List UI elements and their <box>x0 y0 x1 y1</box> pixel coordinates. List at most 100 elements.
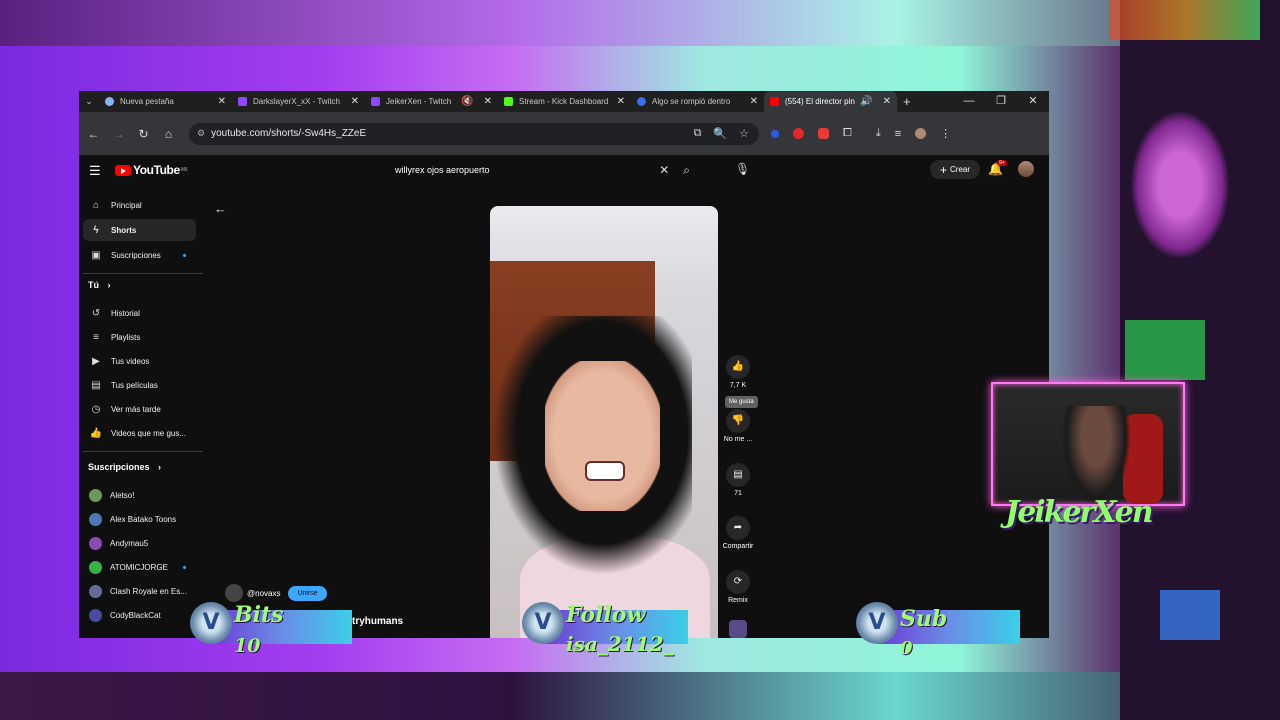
sidebar-item-label: Videos que me gus... <box>111 428 187 438</box>
video-frame-face <box>545 361 660 511</box>
sidebar-channel[interactable]: Aletso! <box>83 484 196 506</box>
muted-icon[interactable]: 🔇 <box>461 96 473 107</box>
video-icon: ▶ <box>92 355 100 367</box>
sidebar-item-shorts[interactable]: ϟ Shorts <box>83 219 196 241</box>
close-icon[interactable]: ✕ <box>484 96 492 107</box>
youtube-logo[interactable]: YouTube MX <box>115 163 188 177</box>
latest-follower: isa_2112_ <box>566 632 674 656</box>
channel-avatar <box>89 584 102 598</box>
clock-icon: ◷ <box>91 403 101 415</box>
hamburger-menu-icon[interactable]: ☰ <box>89 163 101 179</box>
reload-button[interactable]: ↻ <box>131 127 156 141</box>
sub-value: 0 <box>900 638 913 659</box>
film-icon: ▤ <box>91 379 101 391</box>
tab-label: (554) El director pin <box>785 97 855 106</box>
channel-name: Alex Batako Toons <box>110 514 177 524</box>
dislike-button[interactable]: 👎 No me ... <box>715 409 761 443</box>
adblock-icon[interactable] <box>818 128 829 139</box>
create-button[interactable]: + Crear <box>930 160 980 179</box>
search-icon[interactable]: ⌕ <box>683 163 690 178</box>
channel-handle[interactable]: @novaxs <box>247 589 280 598</box>
tab-youtube-active[interactable]: (554) El director pin 🔊 ✕ <box>764 91 897 112</box>
bits-widget: V Bits 10 <box>190 602 360 657</box>
account-avatar[interactable] <box>1018 161 1034 177</box>
comment-count: 71 <box>734 490 742 497</box>
sidebar-item-historial[interactable]: ↺ Historial <box>83 302 196 324</box>
sidebar-item-tus-videos[interactable]: ▶ Tus videos <box>83 350 196 372</box>
pixel-art-decoration <box>1160 590 1220 640</box>
like-button[interactable]: 👍 7,7 K <box>715 355 761 389</box>
sidebar-item-principal[interactable]: ⌂ Principal <box>83 194 196 216</box>
sidebar-channel[interactable]: Clash Royale en Es... <box>83 580 196 602</box>
home-button[interactable]: ⌂ <box>156 127 181 141</box>
tab-kick-dashboard[interactable]: Stream - Kick Dashboard ✕ <box>498 91 631 112</box>
bits-label: Bits <box>234 602 284 628</box>
close-icon[interactable]: ✕ <box>883 96 891 107</box>
sidebar-divider <box>83 273 203 274</box>
window-controls: — ❐ ✕ <box>953 91 1049 112</box>
audio-icon[interactable]: 🔊 <box>860 96 872 107</box>
address-bar[interactable]: ⚙ youtube.com/shorts/-Sw4Hs_ZZeE ⧉ 🔍 ☆ <box>189 122 759 145</box>
new-content-dot <box>183 253 186 257</box>
v-badge-icon: V <box>856 602 898 644</box>
minimize-button[interactable]: — <box>953 91 985 112</box>
search-box[interactable]: willyrex ojos aeropuerto ✕ ⌕ <box>386 159 690 181</box>
sidebar-item-label: Shorts <box>111 225 137 235</box>
sidebar-section-subscriptions[interactable]: Suscripciones › <box>88 462 161 472</box>
tab-jeikerxen-twitch[interactable]: JeikerXen - Twitch 🔇 ✕ <box>365 91 498 112</box>
install-app-icon[interactable]: ⧉ <box>694 127 702 140</box>
sidebar-item-label: Historial <box>111 308 140 318</box>
puzzle-icon[interactable]: ⧠ <box>843 127 852 140</box>
download-icon[interactable]: ⤓ <box>876 127 881 140</box>
extension-icon[interactable] <box>771 129 779 138</box>
like-tooltip: Me gusta <box>725 396 758 408</box>
tab-search-icon[interactable]: ⌄ <box>79 96 99 107</box>
bookmark-star-icon[interactable]: ☆ <box>739 127 749 140</box>
sidebar-section-you[interactable]: Tú › <box>88 280 111 290</box>
sound-thumbnail[interactable] <box>715 620 761 638</box>
sidebar-item-ver-mas-tarde[interactable]: ◷ Ver más tarde <box>83 398 196 420</box>
channel-avatar[interactable] <box>225 584 243 602</box>
join-button[interactable]: Unirse <box>288 585 327 601</box>
tab-algo-se-rompio[interactable]: Algo se rompió dentro ✕ <box>631 91 764 112</box>
menu-icon[interactable]: ⋮ <box>940 127 951 140</box>
extension-icon[interactable] <box>793 128 804 139</box>
sidebar-channel[interactable]: ATOMICJORGE <box>83 556 196 578</box>
short-video-player[interactable] <box>490 206 718 638</box>
close-window-button[interactable]: ✕ <box>1017 91 1049 112</box>
profile-avatar[interactable] <box>915 128 927 139</box>
media-control-icon[interactable]: ≡ <box>895 128 901 140</box>
comments-button[interactable]: ▤ 71 <box>715 463 761 497</box>
site-info-icon[interactable]: ⚙ <box>197 128 205 139</box>
sidebar-item-playlists[interactable]: ≡ Playlists <box>83 326 196 348</box>
close-icon[interactable]: ✕ <box>750 96 758 107</box>
sidebar-item-tus-peliculas[interactable]: ▤ Tus películas <box>83 374 196 396</box>
back-button[interactable]: ← <box>81 127 106 141</box>
close-icon[interactable]: ✕ <box>351 96 359 107</box>
maximize-button[interactable]: ❐ <box>985 91 1017 112</box>
share-button[interactable]: ➦ Compartir <box>715 516 761 550</box>
youtube-page: ☰ YouTube MX willyrex ojos aeropuerto ✕ … <box>79 155 1049 638</box>
browser-window: ⌄ Nueva pestaña ✕ DarkslayerX_xX - Twitc… <box>79 91 1049 638</box>
zoom-icon[interactable]: 🔍 <box>713 127 727 140</box>
sidebar-channel[interactable]: CodyBlackCat <box>83 604 196 626</box>
remix-button[interactable]: ⟳ Remix <box>715 570 761 604</box>
create-label: Crear <box>950 165 971 174</box>
audio-thumbnail-icon <box>729 620 747 638</box>
microphone-icon[interactable]: 🎙 <box>735 162 750 176</box>
tab-nueva-pestana[interactable]: Nueva pestaña ✕ <box>99 91 232 112</box>
sidebar-item-videos-que-me-gustan[interactable]: 👍 Videos que me gus... <box>83 422 196 444</box>
new-tab-button[interactable]: + <box>903 94 911 109</box>
clear-search-icon[interactable]: ✕ <box>659 163 669 177</box>
sidebar-channel[interactable]: Andymau5 <box>83 532 196 554</box>
new-content-dot <box>183 565 186 569</box>
sidebar-item-suscripciones[interactable]: ▣ Suscripciones <box>83 244 196 266</box>
extensions-area: ⧠ ⤓ ≡ ⋮ <box>771 127 951 140</box>
search-input[interactable]: willyrex ojos aeropuerto <box>395 165 659 175</box>
back-arrow-icon[interactable]: ← <box>214 201 227 216</box>
sidebar-channel[interactable]: Alex Batako Toons <box>83 508 196 530</box>
close-icon[interactable]: ✕ <box>218 96 226 107</box>
forward-button[interactable]: → <box>106 127 131 141</box>
tab-darkslayer-twitch[interactable]: DarkslayerX_xX - Twitch ✕ <box>232 91 365 112</box>
close-icon[interactable]: ✕ <box>617 96 625 107</box>
